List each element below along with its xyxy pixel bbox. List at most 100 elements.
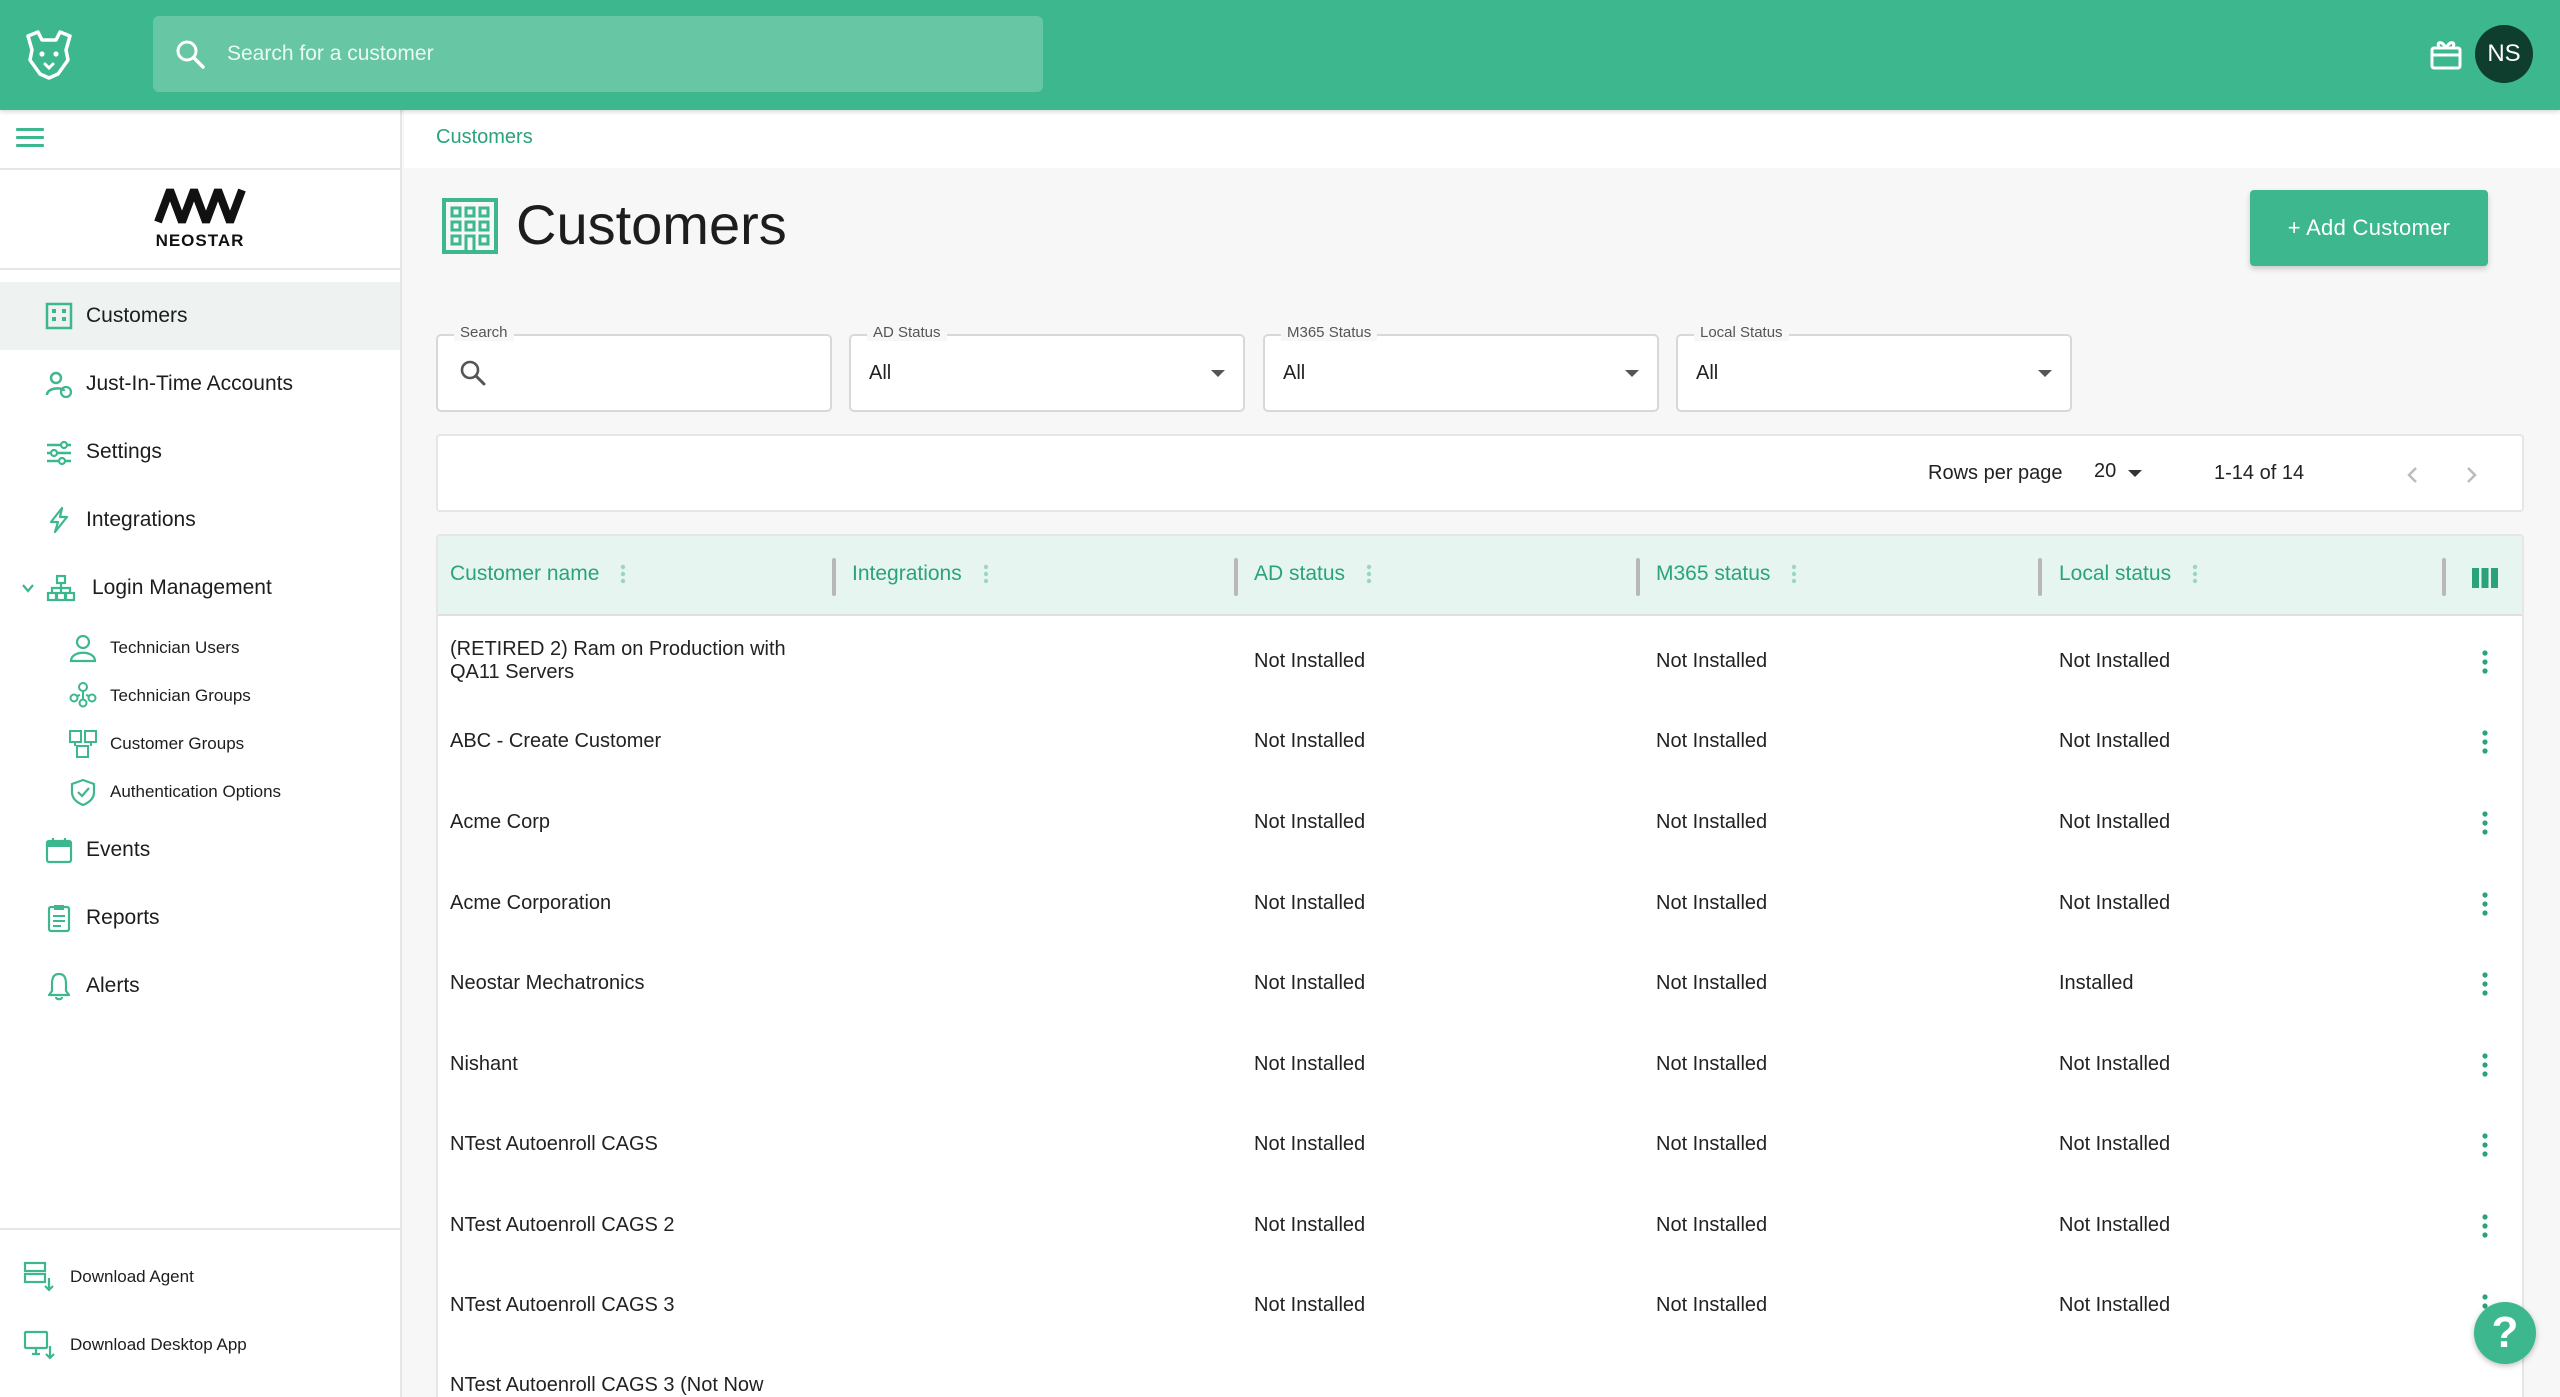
- column-resize-handle[interactable]: [1234, 558, 1238, 596]
- table-cell-ad: Not Installed: [1254, 811, 1366, 833]
- help-button[interactable]: ?: [2474, 1302, 2536, 1364]
- columns-icon[interactable]: [2470, 566, 2500, 590]
- cheetah-logo-icon[interactable]: [20, 26, 78, 84]
- table-row[interactable]: Acme Corporation Not Installed Not Install…: [438, 864, 2522, 944]
- pagination-range: 1-14 of 14: [2214, 462, 2305, 484]
- customer-search-input[interactable]: [227, 42, 1007, 66]
- m365-status-select[interactable]: M365 Status All: [1263, 324, 1659, 412]
- column-menu-icon[interactable]: [2185, 562, 2205, 586]
- add-customer-button[interactable]: + Add Customer: [2250, 190, 2488, 266]
- table-row[interactable]: Neostar Mechatronics Not Installed Not Ins…: [438, 944, 2522, 1024]
- sidebar-item-reports[interactable]: Reports: [0, 884, 400, 952]
- server-download-icon: [23, 1261, 54, 1292]
- dropdown-caret-icon[interactable]: [2128, 470, 2142, 477]
- table-cell-name: Neostar Mechatronics: [450, 972, 645, 994]
- breadcrumb-bar: Customers: [404, 110, 2560, 168]
- table-row[interactable]: NTest Autoenroll CAGS 3 Not Installed Not …: [438, 1266, 2522, 1346]
- column-header-m365-status[interactable]: M365 status: [1656, 562, 1804, 586]
- sidebar-subitem-label: Technician Groups: [110, 686, 251, 705]
- row-actions-menu-icon[interactable]: [2480, 648, 2490, 676]
- column-menu-icon[interactable]: [1359, 562, 1379, 586]
- search-field[interactable]: Search: [436, 324, 832, 412]
- sidebar-item-label: Alerts: [86, 974, 140, 997]
- table-row[interactable]: (RETIRED 2) Ram on Production with QA11 …: [438, 622, 2522, 702]
- search-icon: [460, 360, 486, 386]
- sidebar-subitem-technician-groups[interactable]: Technician Groups: [0, 674, 400, 718]
- sidebar-subitem-technician-users[interactable]: Technician Users: [0, 626, 400, 670]
- breadcrumb[interactable]: Customers: [436, 126, 533, 149]
- page-title: Customers: [516, 193, 787, 256]
- user-avatar[interactable]: NS: [2475, 25, 2533, 83]
- download-desktop-app-link[interactable]: Download Desktop App: [0, 1320, 400, 1370]
- column-resize-handle[interactable]: [2038, 558, 2042, 596]
- row-actions-menu-icon[interactable]: [2480, 728, 2490, 756]
- row-actions-menu-icon[interactable]: [2480, 1051, 2490, 1079]
- table-row[interactable]: Acme Corp Not Installed Not Installed Not I…: [438, 783, 2522, 863]
- chevron-left-icon[interactable]: [2398, 460, 2428, 490]
- rows-per-page-select[interactable]: 20: [2094, 460, 2116, 483]
- m365-status-label: M365 Status: [1281, 324, 1378, 341]
- sidebar-item-login-management[interactable]: Login Management: [0, 554, 400, 622]
- column-header-label: Integrations: [852, 562, 962, 585]
- column-resize-handle[interactable]: [1636, 558, 1640, 596]
- sidebar-subitem-authentication-options[interactable]: Authentication Options: [0, 770, 400, 814]
- table-cell-name: NTest Autoenroll CAGS 2: [450, 1214, 675, 1236]
- column-header-customer-name[interactable]: Customer name: [450, 562, 633, 586]
- table-cell-m365: Not Installed: [1656, 972, 1768, 994]
- sidebar-item-customers[interactable]: Customers: [0, 282, 400, 350]
- table-cell-local: Installed: [2059, 972, 2134, 994]
- table-row[interactable]: NTest Autoenroll CAGS 2 Not Installed Not …: [438, 1186, 2522, 1266]
- sidebar-item-label: Login Management: [92, 576, 272, 599]
- row-actions-menu-icon[interactable]: [2480, 890, 2490, 918]
- column-menu-icon[interactable]: [1784, 562, 1804, 586]
- row-actions-menu-icon[interactable]: [2480, 1131, 2490, 1159]
- column-header-integrations[interactable]: Integrations: [852, 562, 996, 586]
- row-actions-menu-icon[interactable]: [2480, 809, 2490, 837]
- sidebar-item-integrations[interactable]: Integrations: [0, 486, 400, 554]
- ad-status-select[interactable]: AD Status All: [849, 324, 1245, 412]
- sidebar-item-alerts[interactable]: Alerts: [0, 952, 400, 1020]
- users-group-icon: [69, 682, 97, 708]
- sidebar-item-jit-accounts[interactable]: Just-In-Time Accounts: [0, 350, 400, 418]
- column-resize-handle[interactable]: [2442, 558, 2446, 596]
- download-agent-link[interactable]: Download Agent: [0, 1252, 400, 1302]
- column-header-local-status[interactable]: Local status: [2059, 562, 2205, 586]
- gift-icon[interactable]: [2428, 36, 2464, 72]
- ad-status-value: All: [869, 362, 892, 384]
- column-resize-handle[interactable]: [832, 558, 836, 596]
- column-menu-icon[interactable]: [613, 562, 633, 586]
- row-actions-menu-icon[interactable]: [2480, 970, 2490, 998]
- sidebar-item-label: Just-In-Time Accounts: [86, 372, 293, 395]
- local-status-select[interactable]: Local Status All: [1676, 324, 2072, 412]
- sliders-icon: [47, 440, 71, 466]
- neostar-logo-icon: [154, 188, 246, 224]
- table-cell-m365: Not Installed: [1656, 1053, 1768, 1075]
- column-header-label: Local status: [2059, 562, 2172, 585]
- user-icon: [69, 634, 97, 663]
- clipboard-icon: [47, 905, 71, 933]
- table-row[interactable]: Nishant Not Installed Not Installed Not Ins…: [438, 1025, 2522, 1105]
- customer-search-bar[interactable]: [153, 16, 1043, 92]
- building-icon: [45, 302, 73, 330]
- customers-table: Customer name Integrations AD status M36…: [436, 534, 2524, 1397]
- table-row[interactable]: NTest Autoenroll CAGS Not Installed Not In…: [438, 1105, 2522, 1185]
- lightning-icon: [49, 506, 69, 534]
- chevron-down-icon[interactable]: [20, 580, 36, 596]
- column-header-label: AD status: [1254, 562, 1346, 585]
- pagination-bar: Rows per page 20 1-14 of 14: [436, 434, 2524, 512]
- table-row[interactable]: NTest Autoenroll CAGS 3 (Not Now: [438, 1346, 2522, 1397]
- search-icon: [176, 40, 205, 69]
- divider: [0, 1228, 400, 1230]
- sidebar-item-events[interactable]: Events: [0, 816, 400, 884]
- hamburger-menu-icon[interactable]: [16, 128, 44, 148]
- table-cell-m365: Not Installed: [1656, 650, 1768, 672]
- sidebar-item-settings[interactable]: Settings: [0, 418, 400, 486]
- column-menu-icon[interactable]: [976, 562, 996, 586]
- local-status-value: All: [1696, 362, 1719, 384]
- row-actions-menu-icon[interactable]: [2480, 1212, 2490, 1240]
- chevron-right-icon[interactable]: [2456, 460, 2486, 490]
- column-header-ad-status[interactable]: AD status: [1254, 562, 1379, 586]
- table-row[interactable]: ABC - Create Customer Not Installed Not In…: [438, 702, 2522, 782]
- table-cell-ad: Not Installed: [1254, 1294, 1366, 1316]
- sidebar-subitem-customer-groups[interactable]: Customer Groups: [0, 722, 400, 766]
